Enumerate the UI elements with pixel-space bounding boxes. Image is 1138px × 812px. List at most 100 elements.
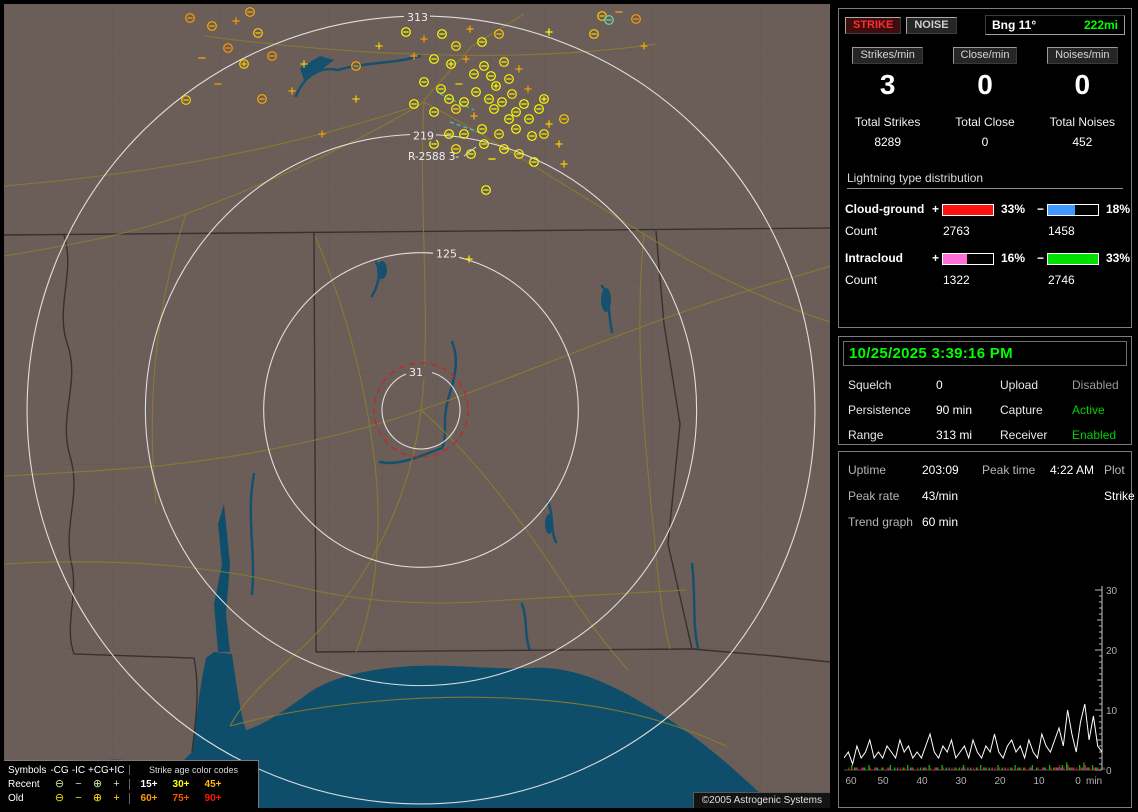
legend-symbols-label: Symbols [8,764,47,776]
plus-sign: + [931,201,939,216]
stats-grid: Uptime 203:09 Peak time 4:22 AM Plot Pea… [848,463,1135,529]
x-unit-label: min [1086,776,1102,787]
legend-age-title: Strike age color codes [148,765,239,775]
legend-col-pcg: +CG [88,764,109,776]
recent-cg-pos-icon: ⊕ [92,778,103,790]
bearing-display: Bng 11° 222mi [985,15,1125,35]
capture-value: Active [1072,403,1105,417]
ic-pos-pct: 16% [1001,250,1026,265]
plot-label: Plot [1104,463,1125,477]
persistence-value: 90 min [936,403,973,417]
plus-sign: + [931,250,939,265]
cloud-ground-row: Cloud-ground + 33% − 18% [845,201,1130,216]
legend-col--cg: -CG [50,764,69,776]
old-cg-neg-icon: ⊖ [54,792,65,804]
close-rate-column: Close/min 0 Total Close 0 [936,45,1033,149]
cell-track-annotation: R-2588 3- [408,151,459,163]
trend-panel: Uptime 203:09 Peak time 4:22 AM Plot Pea… [838,451,1135,808]
cg-pos-count: 2763 [943,223,970,238]
status-grid: Squelch 0 Upload Disabled Persistence 90… [848,378,1122,442]
close-per-min-button[interactable]: Close/min [952,47,1018,64]
recent-ic-pos-icon: + [113,778,120,790]
ring-label: 125 [436,248,457,261]
recent-cg-neg-icon: ⊖ [54,778,65,790]
status-panel: 10/25/2025 3:39:16 PM Squelch 0 Upload D… [838,336,1132,445]
intracloud-row: Intracloud + 16% − 33% [845,250,1130,265]
rates-panel: STRIKE NOISE Bng 11° 222mi Strikes/min 3… [838,8,1132,328]
ring-label: 31 [409,366,423,379]
peak-rate-value: 43/min [922,489,959,503]
ic-neg-pct: 33% [1106,250,1131,265]
noises-per-min-value: 0 [1074,69,1091,100]
x-tick-label: 40 [916,776,928,787]
lightning-detector-app: { "header": { "strike_button": "STRIKE",… [0,0,1138,812]
legend-recent-label: Recent [8,778,40,790]
cg-neg-count: 1458 [1048,223,1075,238]
legend-col--ic: -IC [71,764,86,776]
upload-value: Disabled [1072,378,1119,392]
map-canvas: 313 219 125 31 R-2588 3- [4,4,830,808]
old-ic-pos-icon: + [113,792,120,804]
receiver-value: Enabled [1072,428,1117,442]
old-cg-pos-icon: ⊕ [92,792,103,804]
minus-sign: − [1036,201,1044,216]
age-90: 90+ [204,792,222,804]
legend-old-label: Old [8,792,24,804]
recent-ic-neg-icon: − [75,778,82,790]
intracloud-count-row: Count 1322 2746 [845,273,1125,287]
y-tick-label: 0 [1106,766,1112,777]
strikes-per-min-button[interactable]: Strikes/min [852,47,923,64]
y-tick-label: 30 [1106,586,1118,597]
total-strikes-value: 8289 [874,134,902,149]
plot-mode-value: Strike [1104,489,1135,503]
age-45: 45+ [204,778,222,790]
ic-pos-bar [942,252,994,265]
strike-button[interactable]: STRIKE [845,16,902,34]
total-close-label: Total Close [955,114,1015,129]
persistence-label: Persistence [848,403,911,417]
old-ic-neg-icon: − [75,792,82,804]
uptime-value: 203:09 [922,463,959,477]
strikes-per-min-value: 3 [879,69,896,100]
y-tick-label: 10 [1106,706,1118,717]
upload-label: Upload [1000,378,1039,392]
cg-pos-bar [942,203,994,216]
distribution-title: Lightning type distribution [847,171,1123,189]
cloud-ground-label: Cloud-ground [845,201,925,216]
ic-neg-bar [1047,252,1099,265]
noises-rate-column: Noises/min 0 Total Noises 452 [1034,45,1131,149]
legend-col-pic: +IC [108,764,125,776]
age-60: 60+ [140,792,158,804]
x-tick-label: 0 [1075,776,1081,787]
bearing-value: Bng 11° [992,18,1037,32]
ring-label: 219 [413,129,434,142]
y-tick-label: 20 [1106,646,1118,657]
count-label: Count [845,223,878,238]
receiver-label: Receiver [1000,428,1048,442]
trend-graph-label: Trend graph [848,515,913,529]
trend-graph-value: 60 min [922,515,959,529]
total-noises-value: 452 [1072,134,1093,149]
close-per-min-value: 0 [977,69,993,100]
squelch-label: Squelch [848,378,892,392]
strike-map[interactable]: 313 219 125 31 R-2588 3- Symbols -CG -IC +CG… [4,4,830,808]
legend-recent-row: Recent ⊖ − ⊕ + 15+ 30+ 45+ [8,777,254,791]
age-15: 15+ [140,778,158,790]
total-strikes-label: Total Strikes [854,114,921,129]
ic-neg-count: 2746 [1048,272,1075,287]
strike-rate-line [844,703,1103,766]
squelch-value: 0 [936,378,943,392]
rate-columns: Strikes/min 3 Total Strikes 8289 Close/m… [839,45,1131,149]
cg-pos-pct: 33% [1001,201,1026,216]
x-tick-label: 20 [994,776,1006,787]
range-label: Range [848,428,884,442]
capture-label: Capture [1000,403,1043,417]
cg-neg-pct: 18% [1106,201,1131,216]
total-close-value: 0 [981,134,989,149]
peak-rate-label: Peak rate [848,489,900,503]
noises-per-min-button[interactable]: Noises/min [1047,47,1118,64]
noise-button[interactable]: NOISE [906,16,957,34]
x-tick-label: 10 [1033,776,1045,787]
cloud-ground-count-row: Count 2763 1458 [845,224,1125,238]
count-label: Count [845,272,878,287]
